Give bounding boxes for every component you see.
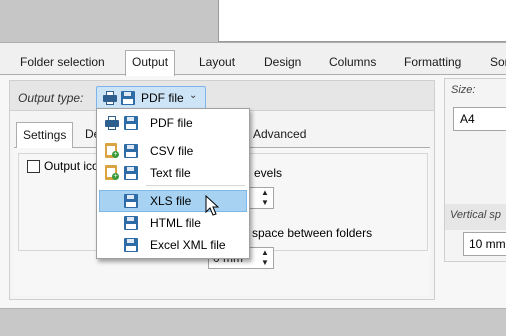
bottom-strip: [0, 308, 506, 336]
output-icons-label: Output ico: [44, 159, 99, 173]
menu-item-text[interactable]: + Text file: [99, 162, 247, 184]
clipboard-icon: +: [105, 143, 119, 158]
tab-columns[interactable]: Columns: [323, 52, 382, 74]
size-label: Size:: [451, 84, 476, 96]
stepper-arrows-icon[interactable]: ▲ ▼: [260, 248, 270, 268]
output-type-value: PDF file: [141, 91, 184, 105]
stepper-arrows-icon[interactable]: ▲ ▼: [260, 188, 270, 208]
tab-sorting[interactable]: Sor: [484, 52, 506, 74]
menu-item-label: Text file: [150, 166, 191, 180]
tab-layout[interactable]: Layout: [193, 52, 241, 74]
menu-item-excel-xml[interactable]: Excel XML file: [99, 234, 247, 256]
levels-label: evels: [254, 166, 283, 180]
space-between-folders-label: space between folders: [252, 226, 373, 240]
tab-divider: [0, 74, 506, 75]
menu-item-label: HTML file: [150, 216, 201, 230]
menu-separator: [146, 185, 245, 186]
menu-item-label: Excel XML file: [150, 238, 226, 252]
menu-item-label: PDF file: [150, 116, 193, 130]
mouse-cursor-icon: [205, 195, 220, 216]
output-type-label: Output type:: [18, 91, 84, 105]
top-background: [0, 0, 218, 42]
clipboard-icon: +: [105, 165, 119, 180]
save-icon: [124, 116, 138, 130]
save-icon: [124, 216, 138, 230]
tab-output[interactable]: Output: [125, 50, 176, 76]
menu-item-pdf[interactable]: PDF file: [99, 112, 247, 134]
output-type-menu: PDF file + CSV file + Text file XLS file…: [96, 108, 250, 259]
printer-icon: [105, 116, 119, 130]
save-icon: [121, 91, 135, 105]
menu-item-csv[interactable]: + CSV file: [99, 140, 247, 162]
vertical-spacing-label: Vertical sp: [450, 209, 501, 221]
tab-formatting[interactable]: Formatting: [398, 52, 467, 74]
save-icon: [124, 144, 138, 158]
tab-folder-selection[interactable]: Folder selection: [14, 52, 111, 74]
vertical-spacing-value: 10 mm: [469, 237, 506, 251]
top-white-area: [218, 0, 506, 42]
tab-advanced[interactable]: Advanced: [247, 124, 312, 146]
save-icon: [124, 238, 138, 252]
size-value: A4: [460, 112, 475, 126]
printer-icon: [103, 91, 117, 105]
tab-design[interactable]: Design: [258, 52, 307, 74]
menu-item-html[interactable]: HTML file: [99, 212, 247, 234]
output-icons-checkbox[interactable]: [27, 160, 40, 173]
save-icon: [124, 166, 138, 180]
tab-settings[interactable]: Settings: [16, 122, 74, 148]
save-icon: [124, 194, 138, 208]
chevron-down-icon: ⌄: [189, 90, 198, 101]
menu-item-label: XLS file: [150, 194, 192, 208]
menu-item-label: CSV file: [150, 144, 194, 158]
menu-item-xls[interactable]: XLS file: [99, 190, 247, 212]
